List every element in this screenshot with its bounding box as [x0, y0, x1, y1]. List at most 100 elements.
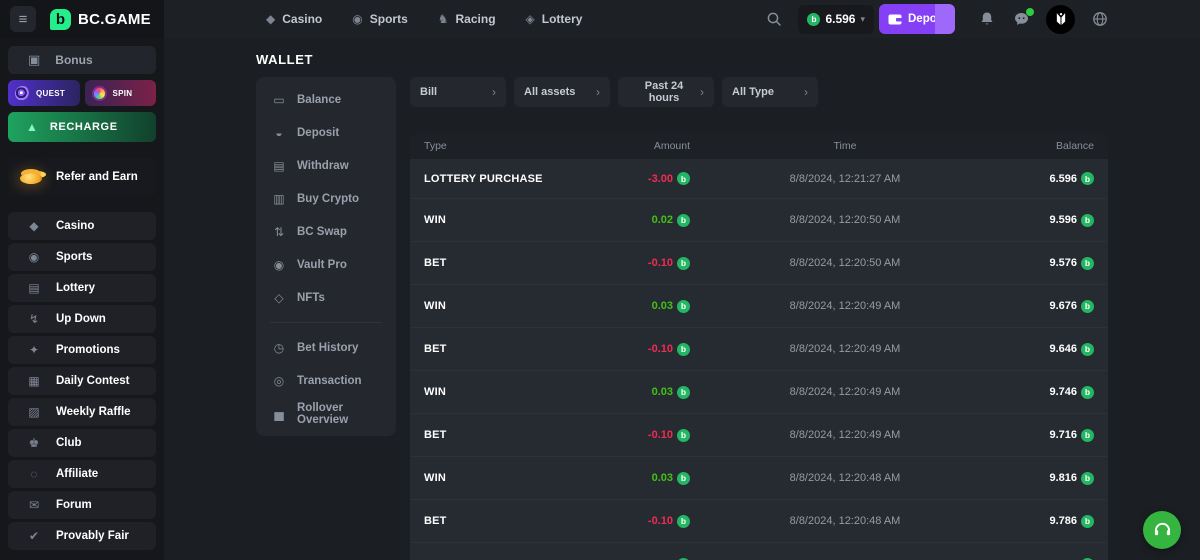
transaction-amount-cell: -0.10 b: [600, 515, 690, 528]
balance-value: 6.596: [825, 12, 855, 26]
top-nav-label: Lottery: [542, 12, 583, 26]
transaction-row[interactable]: WIN (Plinko) Game ID: (89144089344423052…: [410, 457, 1108, 500]
transaction-row[interactable]: WIN (Plinko) Game ID: (89144089344423052…: [410, 371, 1108, 414]
sidebar-item-label: Lottery: [56, 282, 95, 294]
sidebar-item-label: Provably Fair: [56, 530, 129, 542]
transaction-row[interactable]: LOTTERY PURCHASE: [410, 159, 1108, 199]
wallet-nav-item[interactable]: ◇ NFTs: [260, 281, 392, 314]
language-globe-icon[interactable]: [1092, 11, 1108, 27]
wallet-nav-label: Transaction: [297, 375, 362, 387]
transaction-row[interactable]: WIN (Plinko) Game ID: (89144089344423052…: [410, 285, 1108, 328]
filter-dropdown[interactable]: Past 24 hours ›: [618, 77, 714, 107]
quest-tile[interactable]: QUEST: [8, 80, 80, 106]
sidebar-menu-item[interactable]: ✔ Provably Fair: [8, 522, 156, 550]
topbar-left: ≡ b BC.GAME: [0, 0, 164, 38]
recharge-button[interactable]: ▲ RECHARGE: [8, 112, 156, 142]
wallet-nav-item[interactable]: ◉ Vault Pro: [260, 248, 392, 281]
swap-arrows-icon: ⇅: [271, 225, 287, 239]
sidebar-menu-item[interactable]: ✦ Promotions: [8, 336, 156, 364]
vip-crown-icon: ♚: [26, 436, 42, 450]
sidebar-menu-item[interactable]: ♚ VIP Club: [8, 429, 156, 457]
search-icon[interactable]: [766, 11, 782, 27]
updown-bolt-icon: ↯: [26, 312, 42, 326]
sidebar-menu-item[interactable]: ▤ Lottery ›: [8, 274, 156, 302]
coin-icon: b: [807, 13, 820, 26]
support-chat-button[interactable]: [1143, 511, 1181, 549]
daily-contest-icon: ▦: [26, 374, 42, 388]
filter-label: All Type: [732, 86, 774, 98]
wallet-nav-label: Vault Pro: [297, 259, 347, 271]
user-avatar[interactable]: [1046, 5, 1075, 34]
transaction-type-cell: BET (Plinko) Game ID: (89144089344423052…: [410, 515, 600, 527]
sidebar-menu-item[interactable]: ↯ Up Down ›: [8, 305, 156, 333]
wallet-nav-item[interactable]: ▭ Balance: [260, 83, 392, 116]
sidebar-menu-item[interactable]: ▦ Daily Contest: [8, 367, 156, 395]
amount-value: -0.10: [648, 429, 673, 441]
rocket-icon: ▲: [26, 120, 38, 134]
filter-dropdown[interactable]: All Type ›: [722, 77, 818, 107]
chat-icon[interactable]: [1013, 11, 1030, 27]
transaction-row[interactable]: BET (Plinko) Game ID: (89144089344423052…: [410, 328, 1108, 371]
sidebar-item-label: Sports: [56, 251, 92, 263]
amount-value: -3.00: [648, 173, 673, 185]
wallet-nav-label: Balance: [297, 94, 341, 106]
wallet-nav-item[interactable]: ▅ Rollover Overview: [260, 397, 392, 430]
sports-ball-icon: ◉: [26, 250, 42, 264]
coin-icon: b: [677, 300, 690, 313]
wallet-nav-label: NFTs: [297, 292, 325, 304]
amount-value: -0.10: [648, 257, 673, 269]
filter-dropdown[interactable]: Bill ›: [410, 77, 506, 107]
wallet-nav-bottom: ◷ Bet History ◎ Transaction ▅ Rollover O…: [256, 331, 396, 430]
sidebar-menu-item[interactable]: ◉ Sports ›: [8, 243, 156, 271]
spin-tile[interactable]: SPIN: [85, 80, 157, 106]
gift-icon: ▣: [28, 52, 40, 68]
sidebar-menu-item[interactable]: ▨ Weekly Raffle: [8, 398, 156, 426]
refer-and-earn-button[interactable]: Refer and Earn: [8, 158, 156, 196]
weekly-raffle-icon: ▨: [26, 405, 42, 419]
forum-icon: ✉: [26, 498, 42, 512]
sidebar-menu-item[interactable]: ◆ Casino ›: [8, 212, 156, 240]
promotions-icon: ✦: [26, 343, 42, 357]
wallet-nav-item[interactable]: ◒ Deposit: [260, 116, 392, 149]
sidebar-menu-item[interactable]: ◌ Affiliate: [8, 460, 156, 488]
transaction-row[interactable]: WIN (Plinko) Game ID: (89144089344423052…: [410, 543, 1108, 560]
top-nav-item[interactable]: ◉ Sports: [352, 12, 408, 26]
filter-label: All assets: [524, 86, 575, 98]
notifications-bell-icon[interactable]: [979, 11, 995, 27]
balance-pill[interactable]: b 6.596 ▾: [798, 5, 874, 34]
transaction-row[interactable]: BET (Plinko) Game ID: (89144089344423052…: [410, 414, 1108, 457]
deposit-button[interactable]: Deposit: [879, 4, 955, 34]
wallet-nav-label: Withdraw: [297, 160, 349, 172]
transaction-amount-cell: 0.03 b: [600, 386, 690, 399]
transaction-balance-cell: 6.596 b: [1000, 172, 1108, 185]
wallet-nav-item[interactable]: ▤ Withdraw: [260, 149, 392, 182]
bcgame-logo[interactable]: b BC.GAME: [50, 9, 151, 30]
racing-horse-icon: ♞: [438, 12, 449, 26]
transaction-row[interactable]: BET (Plinko) Game ID: (89144089344423052…: [410, 500, 1108, 543]
page-title: WALLET: [256, 52, 1108, 67]
top-nav-item[interactable]: ◈ Lottery: [526, 12, 583, 26]
transaction-type-cell: BET (Plinko) Game ID: (89144089344423052…: [410, 343, 600, 355]
wallet-nav-item[interactable]: ◎ Transaction: [260, 364, 392, 397]
sidebar-menu-item[interactable]: ✉ Forum ↗: [8, 491, 156, 519]
transaction-row[interactable]: WIN (Plinko) Game ID: (89144089344423052…: [410, 199, 1108, 242]
transaction-row[interactable]: BET (Plinko) Game ID: (89144089344423052…: [410, 242, 1108, 285]
quest-target-icon: [15, 86, 30, 101]
filter-dropdown[interactable]: All assets ›: [514, 77, 610, 107]
topbar-right: b 6.596 ▾ Deposit: [766, 4, 1108, 34]
top-nav-item[interactable]: ◆ Casino: [266, 12, 322, 26]
coin-icon: b: [677, 172, 690, 185]
wallet-nav-item[interactable]: ▥ Buy Crypto: [260, 182, 392, 215]
spin-wheel-icon: [92, 86, 107, 101]
bonus-button[interactable]: ▣ Bonus: [8, 46, 156, 74]
lottery-ticket-icon: ▤: [26, 281, 42, 295]
top-nav-item[interactable]: ♞ Racing: [438, 12, 496, 26]
transaction-type: WIN: [424, 386, 446, 398]
wallet-nav-panel: ▭ Balance ◒ Deposit ▤ Withdraw ▥ Buy Cry…: [256, 77, 396, 436]
wallet-nav-label: Rollover Overview: [297, 402, 392, 426]
wallet-nav-top: ▭ Balance ◒ Deposit ▤ Withdraw ▥ Buy Cry…: [256, 83, 396, 314]
hamburger-menu-icon[interactable]: ≡: [10, 6, 36, 32]
wallet-nav-item[interactable]: ⇅ BC Swap: [260, 215, 392, 248]
sidebar-item-label: Promotions: [56, 344, 120, 356]
wallet-nav-item[interactable]: ◷ Bet History: [260, 331, 392, 364]
